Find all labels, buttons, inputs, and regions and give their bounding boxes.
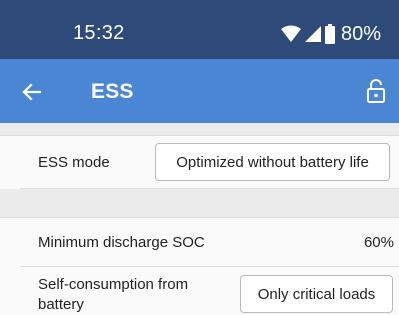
ess-mode-row: ESS mode Optimized without battery life [20,136,399,189]
arrow-left-icon [22,83,42,101]
ess-mode-label: ESS mode [38,154,110,171]
self-consumption-row: Self-consumption from battery Only criti… [20,267,399,315]
wifi-icon [280,25,301,42]
min-discharge-soc-value: 60% [363,234,394,251]
self-consumption-label: Self-consumption from battery [38,275,188,315]
self-consumption-label-line1: Self-consumption from [38,276,189,293]
min-discharge-soc-label: Minimum discharge SOC [38,234,205,251]
battery-percent: 80% [340,22,381,45]
app-bar: ESS [0,59,399,123]
min-discharge-soc-row[interactable]: Minimum discharge SOC 60% [20,218,399,267]
lock-button[interactable] [363,77,389,105]
battery-icon [324,24,335,44]
status-time: 15:32 [73,22,125,44]
section-separator [0,189,399,218]
ess-mode-button[interactable]: Optimized without battery life [155,143,390,181]
lock-icon [367,79,385,103]
self-consumption-button[interactable]: Only critical loads [240,275,393,313]
cell-signal-icon [304,26,321,42]
back-button[interactable] [20,79,46,105]
status-bar: 15:32 80% [0,0,399,59]
page-title: ESS [91,80,134,103]
status-icons: 80% [280,22,381,46]
self-consumption-label-line2: battery [38,296,84,313]
top-separator [0,123,399,136]
